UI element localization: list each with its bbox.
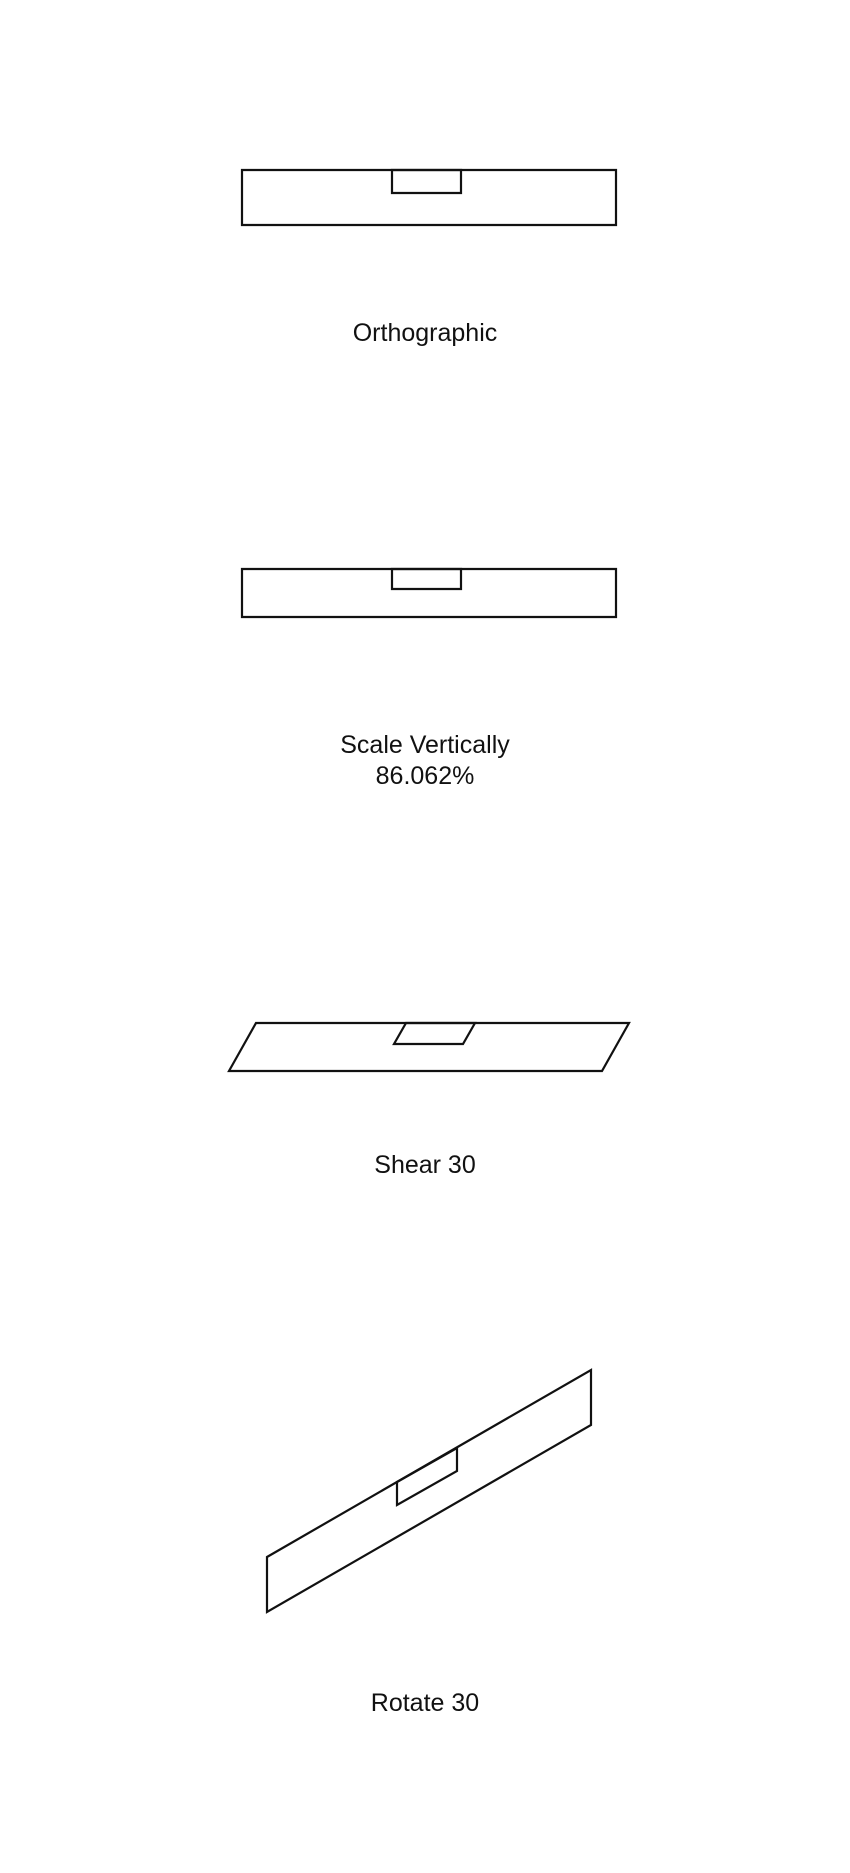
scale-figure: [240, 567, 618, 619]
orthographic-figure: [240, 168, 618, 227]
orthographic-outer-rect: [240, 168, 618, 227]
orthographic-inner-rect: [390, 168, 463, 195]
scale-percentage: 86.062%: [375, 762, 475, 790]
rotate-outer-parallelogram: [265, 1368, 593, 1614]
shear-label: Shear 30: [374, 1151, 476, 1179]
transform-diagram: [227, 168, 631, 1614]
scale-inner-rect: [390, 567, 463, 591]
orthographic-caption: Orthographic: [0, 318, 850, 349]
shear-caption: Shear 30: [0, 1150, 850, 1181]
scale-caption: Scale Vertically 86.062%: [0, 730, 850, 792]
orthographic-label: Orthographic: [352, 319, 498, 347]
scale-outer-rect: [240, 567, 618, 619]
scale-label: Scale Vertically: [340, 731, 510, 759]
rotate-inner-parallelogram: [395, 1446, 459, 1507]
shear-figure: [227, 1021, 631, 1073]
rotate-caption: Rotate 30: [0, 1688, 850, 1719]
rotate-label: Rotate 30: [370, 1689, 480, 1717]
rotate-figure: [265, 1368, 593, 1614]
shear-inner-parallelogram: [392, 1021, 477, 1046]
shear-outer-parallelogram: [227, 1021, 631, 1073]
